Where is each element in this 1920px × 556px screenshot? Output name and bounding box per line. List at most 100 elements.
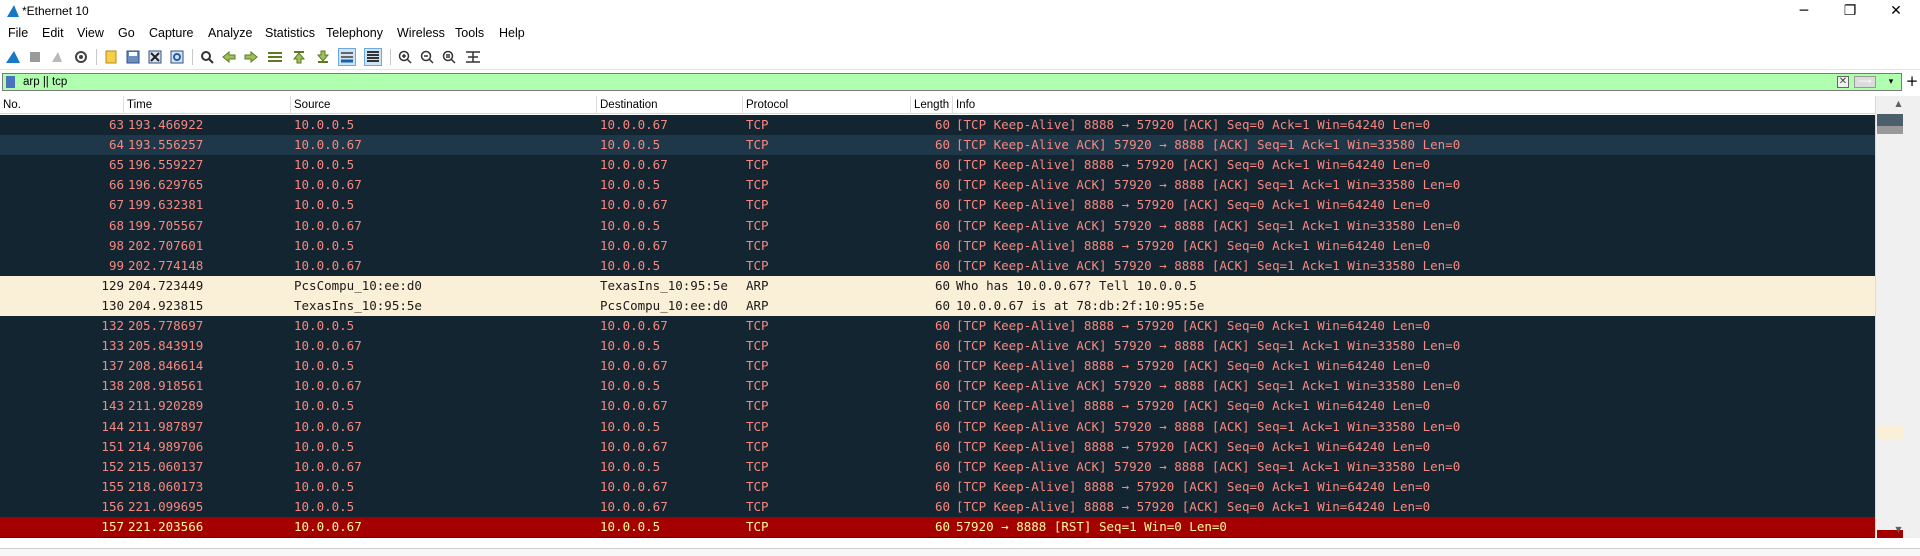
- packet-row[interactable]: 143 211.920289 10.0.0.5 10.0.0.67 TCP 60 [TCP …: [0, 396, 1875, 416]
- packet-row[interactable]: 64 193.556257 10.0.0.67 10.0.0.5 TCP 60 [TCP K…: [0, 135, 1875, 156]
- packet-row[interactable]: 133 205.843919 10.0.0.67 10.0.0.5 TCP 60 [TCP …: [0, 336, 1875, 356]
- packet-row[interactable]: 67 199.632381 10.0.0.5 10.0.0.67 TCP 60 [TCP K…: [0, 195, 1875, 215]
- shark-fin-start-icon[interactable]: [4, 48, 22, 66]
- column-header-time[interactable]: Time: [124, 96, 291, 114]
- column-header-no[interactable]: No.: [0, 96, 124, 114]
- packet-row[interactable]: 157 221.203566 10.0.0.67 10.0.0.5 TCP 60 57920…: [0, 517, 1875, 537]
- menu-statistics[interactable]: Statistics: [265, 26, 315, 40]
- minimize-button[interactable]: ─: [1781, 0, 1827, 22]
- window-title: *Ethernet 10: [22, 4, 89, 18]
- capture-options-icon[interactable]: [72, 48, 90, 66]
- packet-info: [TCP Keep-Alive] 8888 → 57920 [ACK] Seq=…: [956, 498, 1431, 514]
- packet-protocol: TCP: [746, 137, 769, 153]
- packet-length: 60: [934, 217, 950, 233]
- minimap-segment: [1877, 134, 1903, 354]
- packet-row[interactable]: 99 202.774148 10.0.0.67 10.0.0.5 TCP 60 [TCP K…: [0, 256, 1875, 276]
- open-file-icon[interactable]: [102, 48, 120, 66]
- menu-help[interactable]: Help: [499, 26, 525, 40]
- packet-row[interactable]: 155 218.060173 10.0.0.5 10.0.0.67 TCP 60 [TCP …: [0, 477, 1875, 497]
- packet-source: 10.0.0.5: [294, 498, 355, 514]
- apply-filter-button[interactable]: ⟶: [1854, 76, 1876, 88]
- packet-row[interactable]: 132 205.778697 10.0.0.5 10.0.0.67 TCP 60 [TCP …: [0, 316, 1875, 336]
- packet-number: 68: [108, 217, 124, 233]
- save-file-icon[interactable]: [124, 48, 142, 66]
- scroll-up-arrow-icon[interactable]: ▲: [1876, 96, 1920, 112]
- packet-time: 204.723449: [128, 277, 204, 293]
- scroll-down-arrow-icon[interactable]: ▼: [1876, 522, 1920, 538]
- reload-file-icon[interactable]: [168, 48, 186, 66]
- menu-file[interactable]: File: [8, 26, 28, 40]
- packet-row[interactable]: 98 202.707601 10.0.0.5 10.0.0.67 TCP 60 [TCP K…: [0, 236, 1875, 256]
- menu-edit[interactable]: Edit: [42, 26, 64, 40]
- packet-row[interactable]: 63 193.466922 10.0.0.5 10.0.0.67 TCP 60 [TCP K…: [0, 115, 1875, 135]
- go-back-icon[interactable]: [220, 48, 238, 66]
- menu-view[interactable]: View: [77, 26, 104, 40]
- maximize-button[interactable]: ❐: [1827, 0, 1873, 22]
- go-forward-icon[interactable]: [242, 48, 260, 66]
- column-header-protocol[interactable]: Protocol: [743, 96, 911, 114]
- toolbar-separator: [390, 49, 391, 65]
- zoom-in-icon[interactable]: [396, 48, 414, 66]
- packet-protocol: ARP: [746, 277, 769, 293]
- find-packet-icon[interactable]: [198, 48, 216, 66]
- packet-destination: 10.0.0.67: [600, 117, 668, 132]
- go-to-packet-icon[interactable]: [266, 48, 284, 66]
- colorize-icon[interactable]: [364, 48, 382, 66]
- filter-history-dropdown-icon[interactable]: ▾: [1885, 75, 1897, 89]
- packet-row[interactable]: 156 221.099695 10.0.0.5 10.0.0.67 TCP 60 [TCP …: [0, 497, 1875, 517]
- packet-number: 98: [108, 237, 124, 253]
- packet-time: 196.629765: [128, 177, 204, 193]
- column-header-source[interactable]: Source: [291, 96, 597, 114]
- packet-source: 10.0.0.67: [294, 217, 362, 233]
- packet-protocol: TCP: [746, 177, 769, 193]
- packet-length: 60: [934, 117, 950, 132]
- restart-capture-icon[interactable]: [48, 48, 66, 66]
- packet-source: 10.0.0.5: [294, 237, 355, 253]
- packet-destination: 10.0.0.5: [600, 177, 661, 193]
- toolbar-separator: [192, 49, 193, 65]
- packet-row[interactable]: 130 204.923815 TexasIns_10:95:5e PcsCompu_1…: [0, 295, 1875, 316]
- menu-wireless[interactable]: Wireless: [397, 26, 445, 40]
- menu-go[interactable]: Go: [118, 26, 135, 40]
- menu-tools[interactable]: Tools: [455, 26, 484, 40]
- pane-splitter[interactable]: [0, 548, 1920, 556]
- autoscroll-icon[interactable]: [338, 48, 356, 66]
- packet-row[interactable]: 129 204.723449 PcsCompu_10:ee:d0 TexasIns_1…: [0, 275, 1875, 296]
- zoom-out-icon[interactable]: [418, 48, 436, 66]
- packet-row[interactable]: 151 214.989706 10.0.0.5 10.0.0.67 TCP 60 [TCP …: [0, 437, 1875, 457]
- stop-capture-icon[interactable]: [26, 48, 44, 66]
- resize-columns-icon[interactable]: [464, 48, 482, 66]
- packet-row[interactable]: 144 211.987897 10.0.0.67 10.0.0.5 TCP 60 [TCP …: [0, 417, 1875, 437]
- column-header-info[interactable]: Info: [953, 96, 1875, 114]
- go-first-icon[interactable]: [290, 48, 308, 66]
- display-filter-input[interactable]: [23, 75, 1823, 89]
- packet-list-scrollbar[interactable]: ▲ ▼: [1875, 96, 1920, 538]
- packet-destination: 10.0.0.67: [600, 398, 668, 414]
- normal-size-icon[interactable]: [440, 48, 458, 66]
- packet-row[interactable]: 138 208.918561 10.0.0.67 10.0.0.5 TCP 60 [TCP …: [0, 376, 1875, 396]
- minimap-segment: [1877, 114, 1903, 126]
- packet-source: 10.0.0.5: [294, 318, 355, 333]
- bookmark-icon[interactable]: [6, 76, 15, 88]
- packet-row[interactable]: 65 196.559227 10.0.0.5 10.0.0.67 TCP 60 [TCP K…: [0, 155, 1875, 175]
- packet-row[interactable]: 68 199.705567 10.0.0.67 10.0.0.5 TCP 60 [TCP K…: [0, 216, 1875, 236]
- add-filter-button[interactable]: +: [1905, 72, 1919, 92]
- packet-info: [TCP Keep-Alive ACK] 57920 → 8888 [ACK] …: [956, 378, 1461, 394]
- packet-row[interactable]: 152 215.060137 10.0.0.67 10.0.0.5 TCP 60 [TCP …: [0, 457, 1875, 477]
- column-header-destination[interactable]: Destination: [597, 96, 743, 114]
- packet-time: 218.060173: [128, 478, 204, 494]
- close-window-button[interactable]: ✕: [1873, 0, 1919, 22]
- go-last-icon[interactable]: [314, 48, 332, 66]
- packet-protocol: TCP: [746, 378, 769, 394]
- menu-capture[interactable]: Capture: [149, 26, 193, 40]
- clear-filter-icon[interactable]: ✕: [1837, 76, 1849, 88]
- packet-destination: 10.0.0.67: [600, 197, 668, 213]
- column-header-length[interactable]: Length: [911, 96, 953, 114]
- packet-info: [TCP Keep-Alive ACK] 57920 → 8888 [ACK] …: [956, 217, 1461, 233]
- close-file-icon[interactable]: [146, 48, 164, 66]
- packet-row[interactable]: 137 208.846614 10.0.0.5 10.0.0.67 TCP 60 [TCP …: [0, 356, 1875, 376]
- packet-row[interactable]: 66 196.629765 10.0.0.67 10.0.0.5 TCP 60 [TCP K…: [0, 175, 1875, 195]
- menu-telephony[interactable]: Telephony: [326, 26, 383, 40]
- menu-analyze[interactable]: Analyze: [208, 26, 252, 40]
- packet-list[interactable]: 63 193.466922 10.0.0.5 10.0.0.67 TCP 60 [TCP K…: [0, 115, 1875, 538]
